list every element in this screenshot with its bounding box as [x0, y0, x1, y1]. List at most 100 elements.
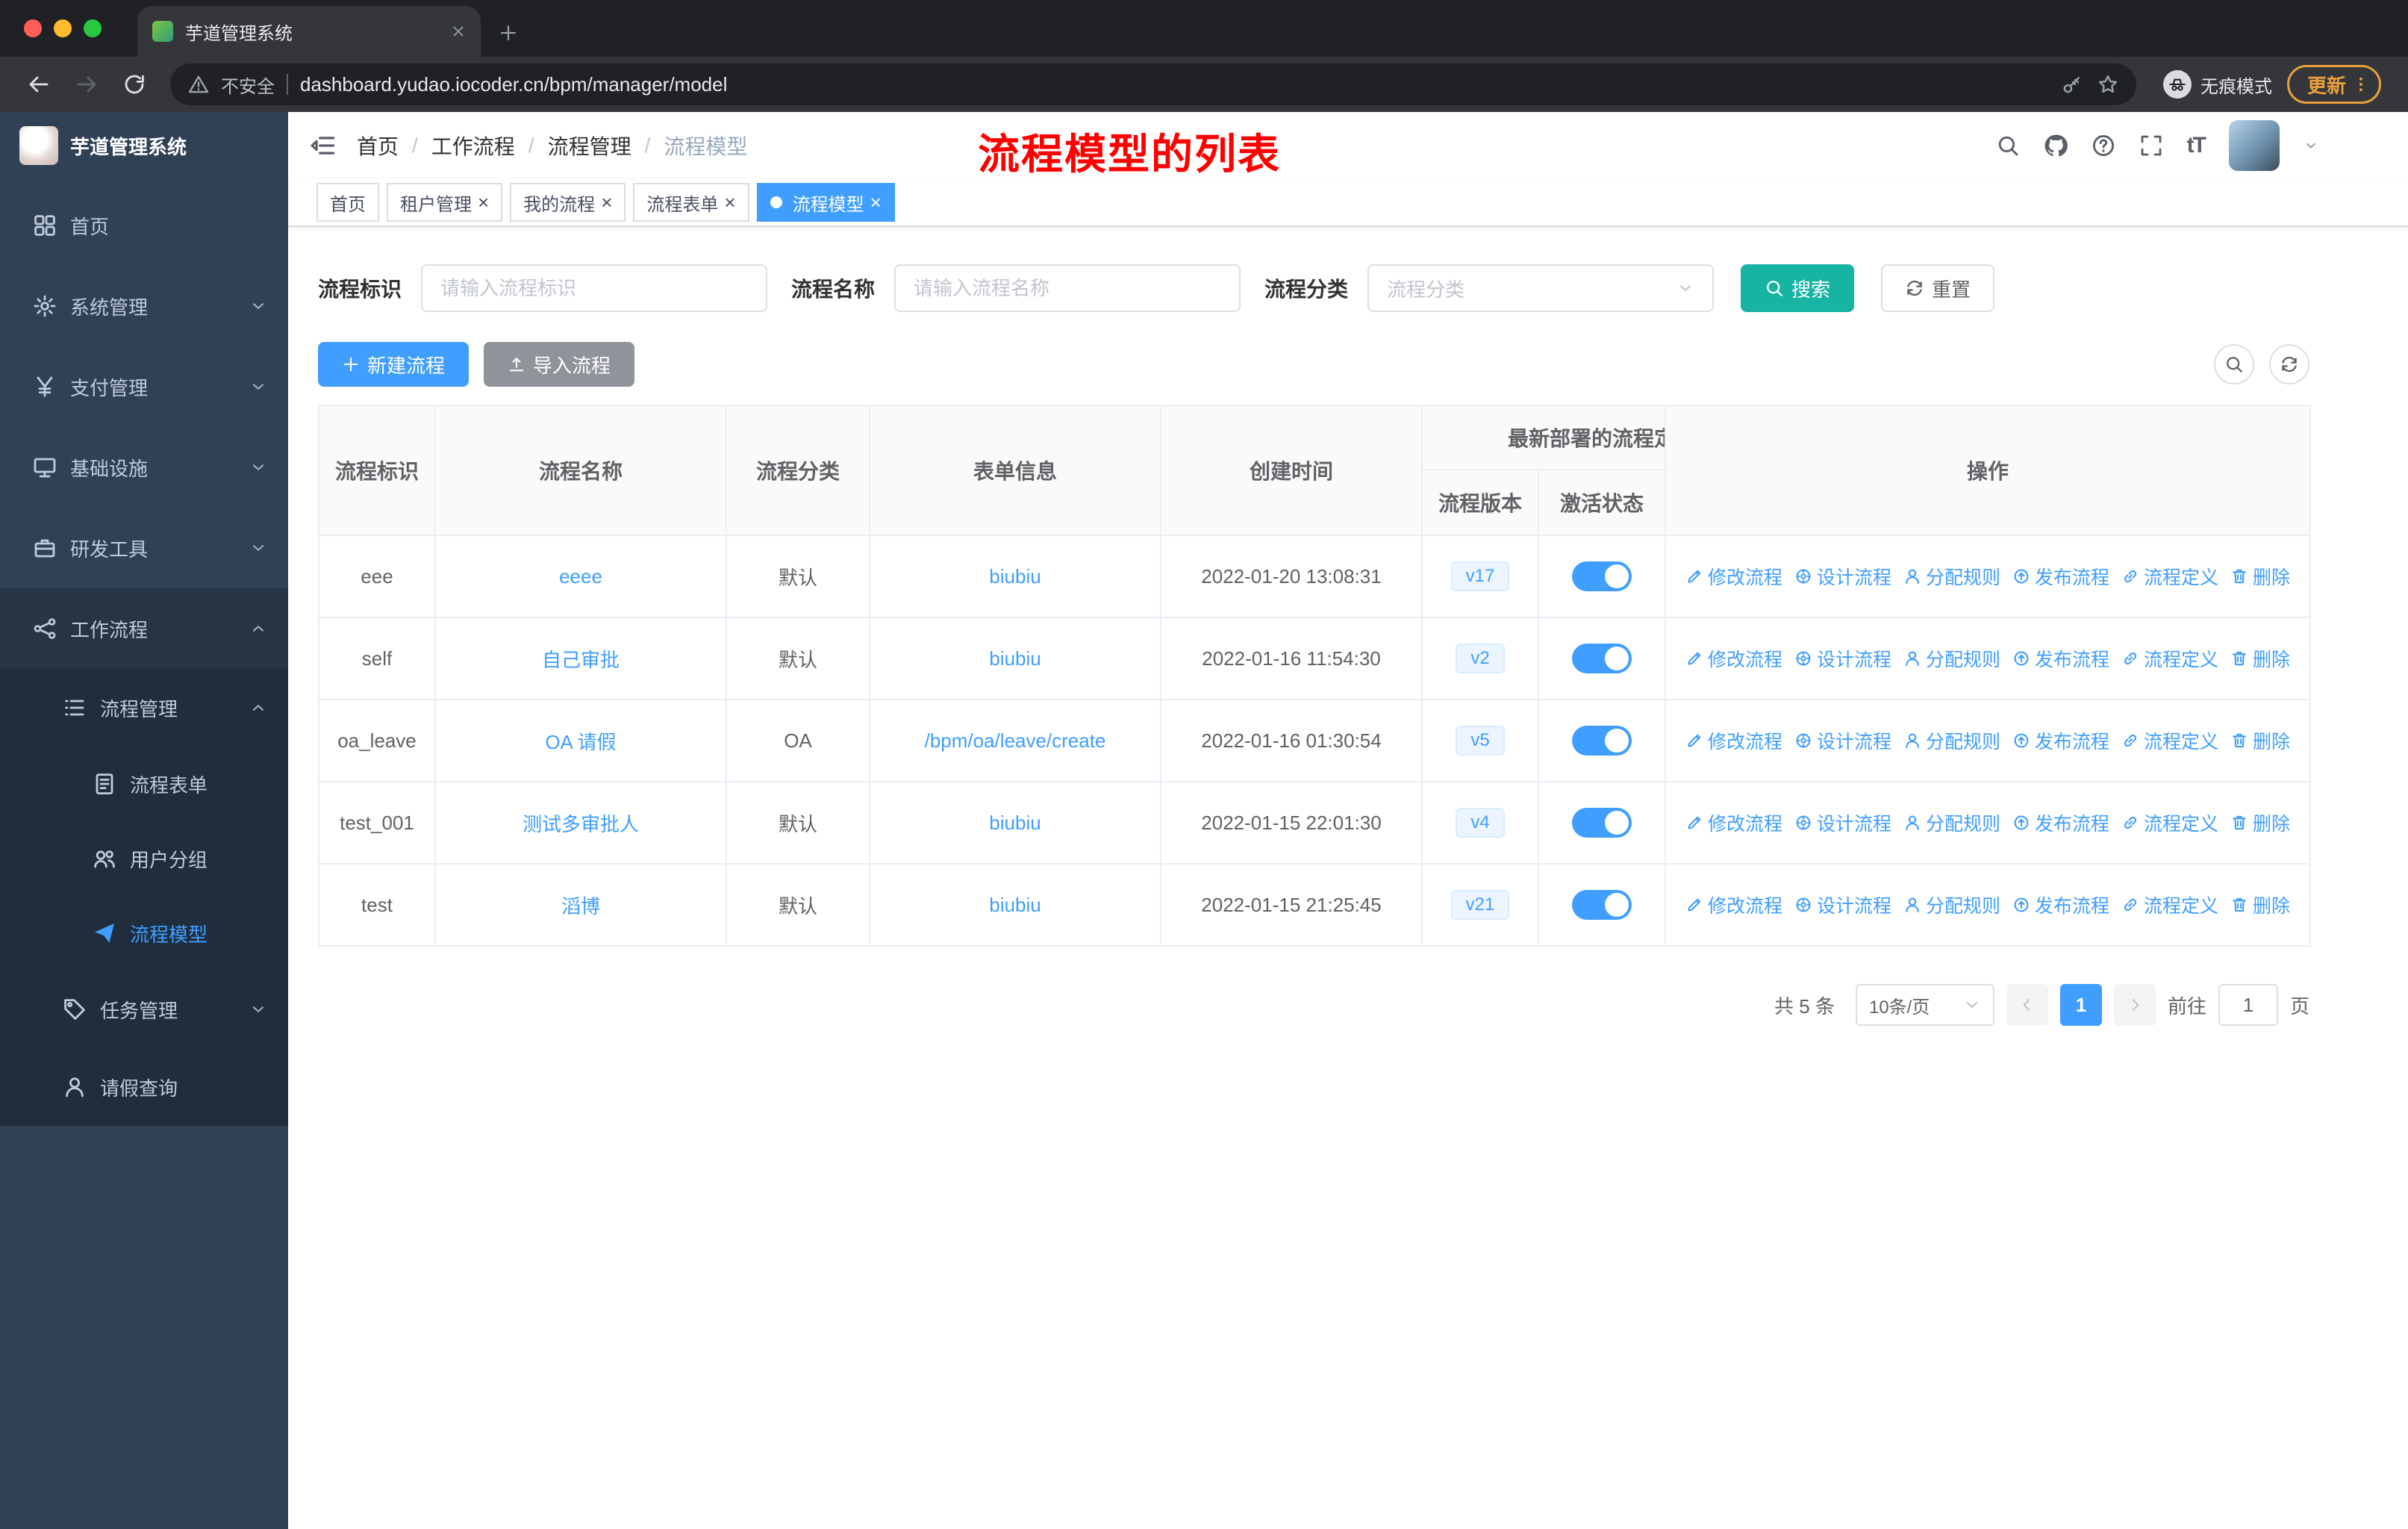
filter-name-input[interactable]	[894, 264, 1241, 312]
breadcrumb-process-mgmt[interactable]: 流程管理	[548, 131, 631, 161]
forward-icon[interactable]	[75, 72, 99, 96]
page-number-button[interactable]: 1	[2059, 984, 2102, 1026]
tag-close-icon[interactable]: ×	[478, 193, 489, 212]
sidebar-toggle-icon[interactable]	[309, 132, 336, 159]
window-close-button[interactable]	[24, 19, 42, 37]
action-assign-rule-link[interactable]: 分配规则	[1903, 891, 2000, 918]
window-minimize-button[interactable]	[54, 19, 72, 37]
sidebar-item-task-mgmt[interactable]: 任务管理	[0, 971, 288, 1048]
process-name-link[interactable]: 自己审批	[542, 649, 620, 671]
action-definition-link[interactable]: 流程定义	[2121, 645, 2218, 672]
new-tab-button[interactable]	[499, 17, 518, 45]
action-publish-link[interactable]: 发布流程	[2012, 727, 2109, 754]
back-icon[interactable]	[27, 72, 51, 96]
address-bar[interactable]: 不安全 dashboard.yudao.iocoder.cn/bpm/manag…	[170, 63, 2136, 105]
tab-close-icon[interactable]	[451, 24, 466, 39]
action-delete-link[interactable]: 删除	[2230, 727, 2290, 754]
help-icon[interactable]	[2092, 134, 2115, 158]
version-badge[interactable]: v17	[1450, 561, 1510, 591]
action-assign-rule-link[interactable]: 分配规则	[1903, 809, 2000, 836]
action-design-link[interactable]: 设计流程	[1794, 563, 1891, 590]
active-toggle[interactable]	[1572, 890, 1632, 920]
sidebar-item-process-form[interactable]: 流程表单	[0, 747, 288, 821]
action-design-link[interactable]: 设计流程	[1794, 727, 1891, 754]
tag-my-process[interactable]: 我的流程 ×	[510, 183, 626, 222]
sidebar-item-workflow[interactable]: 工作流程	[0, 588, 288, 669]
action-definition-link[interactable]: 流程定义	[2121, 891, 2218, 918]
action-publish-link[interactable]: 发布流程	[2012, 809, 2109, 836]
search-button[interactable]: 搜索	[1741, 264, 1855, 312]
action-publish-link[interactable]: 发布流程	[2012, 563, 2109, 590]
action-publish-link[interactable]: 发布流程	[2012, 645, 2109, 672]
security-warning-icon[interactable]	[188, 74, 209, 95]
search-icon[interactable]	[1996, 134, 2020, 158]
create-process-button[interactable]: 新建流程	[318, 342, 470, 387]
tag-home[interactable]: 首页	[316, 183, 379, 222]
sidebar-item-process-model[interactable]: 流程模型	[0, 896, 288, 971]
action-edit-link[interactable]: 修改流程	[1685, 563, 1782, 590]
action-delete-link[interactable]: 删除	[2230, 891, 2290, 918]
version-badge[interactable]: v5	[1456, 726, 1505, 756]
update-button[interactable]: 更新	[2286, 65, 2381, 104]
process-name-link[interactable]: OA 请假	[545, 731, 616, 753]
process-name-link[interactable]: eeee	[559, 565, 602, 588]
tag-process-form[interactable]: 流程表单 ×	[633, 183, 749, 222]
action-edit-link[interactable]: 修改流程	[1685, 645, 1782, 672]
sidebar-item-process-mgmt[interactable]: 流程管理	[0, 669, 288, 747]
password-key-icon[interactable]	[2062, 74, 2083, 95]
bookmark-star-icon[interactable]	[2097, 74, 2118, 95]
action-design-link[interactable]: 设计流程	[1794, 891, 1891, 918]
reset-button[interactable]: 重置	[1881, 264, 1995, 312]
form-link[interactable]: /bpm/oa/leave/create	[925, 729, 1106, 752]
breadcrumb-workflow[interactable]: 工作流程	[431, 131, 515, 161]
browser-tab[interactable]: 芋道管理系统	[137, 6, 481, 57]
refresh-table-button[interactable]	[2269, 344, 2309, 384]
action-design-link[interactable]: 设计流程	[1794, 645, 1891, 672]
sidebar-item-payment[interactable]: 支付管理	[0, 346, 288, 427]
fullscreen-icon[interactable]	[2139, 134, 2163, 158]
page-size-select[interactable]: 10条/页	[1855, 984, 1994, 1026]
form-link[interactable]: biubiu	[989, 894, 1041, 916]
sidebar-logo[interactable]: 芋道管理系统	[0, 112, 288, 179]
action-definition-link[interactable]: 流程定义	[2121, 809, 2218, 836]
version-badge[interactable]: v2	[1456, 644, 1505, 673]
action-assign-rule-link[interactable]: 分配规则	[1903, 563, 2000, 590]
next-page-button[interactable]	[2113, 984, 2156, 1026]
process-name-link[interactable]: 测试多审批人	[523, 813, 639, 835]
sidebar-item-home[interactable]: 首页	[0, 185, 288, 266]
prev-page-button[interactable]	[2006, 984, 2048, 1026]
action-definition-link[interactable]: 流程定义	[2121, 563, 2218, 590]
breadcrumb-home[interactable]: 首页	[357, 131, 399, 161]
goto-page-input[interactable]	[2218, 984, 2278, 1026]
browser-menu-icon[interactable]	[2352, 75, 2370, 93]
tag-tenant-mgmt[interactable]: 租户管理 ×	[387, 183, 503, 222]
action-delete-link[interactable]: 删除	[2230, 563, 2290, 590]
active-toggle[interactable]	[1572, 808, 1632, 838]
font-size-icon[interactable]: tT	[2187, 133, 2206, 158]
form-link[interactable]: biubiu	[989, 647, 1041, 670]
tag-close-icon[interactable]: ×	[724, 193, 735, 212]
filter-category-select[interactable]: 流程分类	[1367, 264, 1715, 312]
form-link[interactable]: biubiu	[989, 565, 1041, 588]
window-zoom-button[interactable]	[84, 19, 102, 37]
user-avatar[interactable]	[2229, 120, 2280, 171]
sidebar-item-leave-query[interactable]: 请假查询	[0, 1048, 288, 1126]
action-definition-link[interactable]: 流程定义	[2121, 727, 2218, 754]
active-toggle[interactable]	[1572, 644, 1632, 673]
reload-icon[interactable]	[122, 72, 146, 96]
sidebar-item-infra[interactable]: 基础设施	[0, 427, 288, 508]
version-badge[interactable]: v4	[1456, 808, 1505, 838]
filter-id-input[interactable]	[421, 264, 768, 312]
action-delete-link[interactable]: 删除	[2230, 645, 2290, 672]
sidebar-item-devtools[interactable]: 研发工具	[0, 508, 288, 588]
tag-close-icon[interactable]: ×	[601, 193, 612, 212]
action-design-link[interactable]: 设计流程	[1794, 809, 1891, 836]
github-icon[interactable]	[2044, 134, 2068, 158]
tag-process-model[interactable]: 流程模型 ×	[756, 183, 895, 222]
action-edit-link[interactable]: 修改流程	[1685, 809, 1782, 836]
active-toggle[interactable]	[1572, 561, 1632, 591]
sidebar-item-system[interactable]: 系统管理	[0, 266, 288, 346]
version-badge[interactable]: v21	[1450, 890, 1510, 920]
action-edit-link[interactable]: 修改流程	[1685, 891, 1782, 918]
import-process-button[interactable]: 导入流程	[484, 342, 635, 387]
